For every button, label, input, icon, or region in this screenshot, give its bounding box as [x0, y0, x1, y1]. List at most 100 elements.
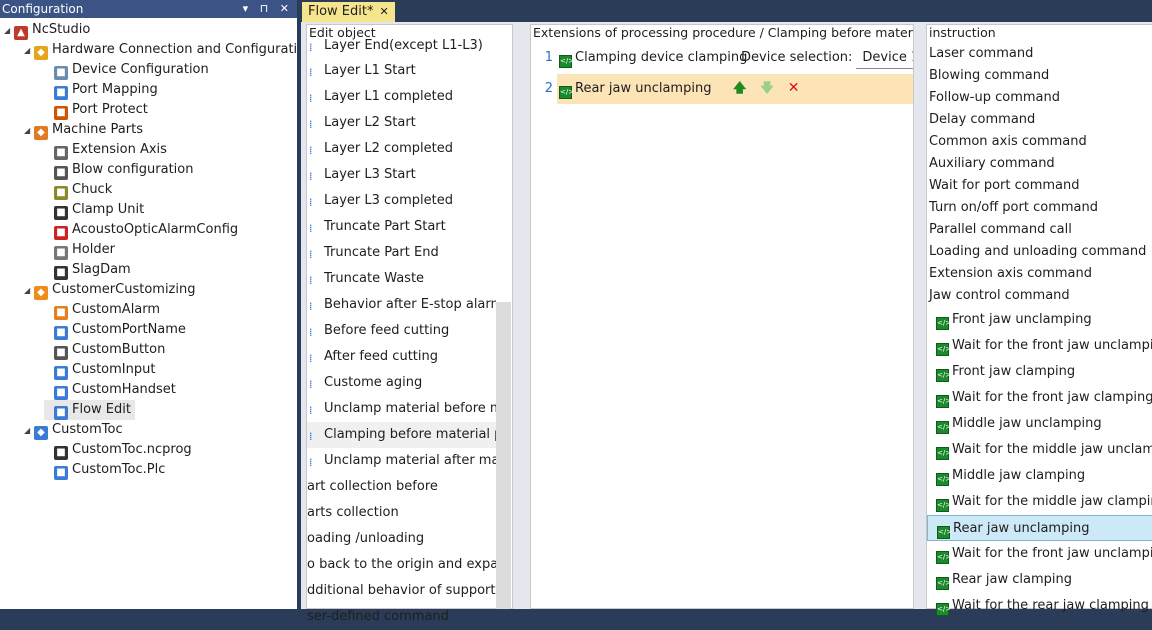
- instruction-item[interactable]: Auxiliary command: [927, 153, 1152, 175]
- hardware-icon: ◆: [34, 46, 48, 60]
- instruction-item[interactable]: </>Wait for the front jaw unclamping: [927, 541, 1152, 567]
- tree-item[interactable]: ◢ ▲ NcStudio: [4, 20, 90, 40]
- tree-item[interactable]: ■ SlagDam: [44, 260, 131, 280]
- tree-item[interactable]: ■ Port Mapping: [44, 80, 158, 100]
- edit-object-label: Layer L1 Start: [324, 63, 416, 78]
- procedure-header: Extensions of processing procedure / Cla…: [531, 25, 913, 41]
- customizing-icon: ◆: [34, 286, 48, 300]
- instruction-item[interactable]: Blowing command: [927, 65, 1152, 87]
- instruction-item[interactable]: Common axis command: [927, 131, 1152, 153]
- edit-object-item[interactable]: ⁞ Clamping before material pulling: [307, 422, 496, 448]
- edit-object-item[interactable]: ⁞ Layer L1 completed: [307, 84, 496, 110]
- edit-object-label: Layer L2 completed: [324, 141, 453, 156]
- expand-arrow-icon[interactable]: ◢: [24, 41, 34, 61]
- tree-item[interactable]: ■ CustomToc.ncprog: [44, 440, 192, 460]
- edit-object-item[interactable]: ⁞ Layer L1 Start: [307, 58, 496, 84]
- move-up-icon[interactable]: 🡅: [733, 81, 746, 96]
- tree-item[interactable]: ■ AcoustoOpticAlarmConfig: [44, 220, 238, 240]
- close-icon[interactable]: ✕: [379, 5, 388, 18]
- edit-object-item[interactable]: ⁞ Truncate Part Start: [307, 214, 496, 240]
- edit-object-item[interactable]: arts collection: [307, 500, 496, 526]
- edit-object-item[interactable]: ser-defined command: [307, 604, 496, 630]
- delete-icon[interactable]: ✕: [788, 80, 800, 96]
- panel-controls[interactable]: ▾ ⊓ ✕: [243, 0, 293, 18]
- instruction-item[interactable]: Laser command: [927, 43, 1152, 65]
- instruction-item[interactable]: Turn on/off port command: [927, 197, 1152, 219]
- instruction-item[interactable]: </>Wait for the front jaw clamping: [927, 385, 1152, 411]
- edit-object-item[interactable]: art collection before: [307, 474, 496, 500]
- instruction-item[interactable]: Extension axis command: [927, 263, 1152, 285]
- expand-arrow-icon[interactable]: ◢: [24, 421, 34, 441]
- instruction-item[interactable]: </>Front jaw clamping: [927, 359, 1152, 385]
- instruction-item[interactable]: Loading and unloading command: [927, 241, 1152, 263]
- edit-object-item[interactable]: ⁞ Layer L3 Start: [307, 162, 496, 188]
- tree-item[interactable]: ◢ ◆ Hardware Connection and Configuration: [24, 40, 313, 60]
- tree-item[interactable]: ■ Blow configuration: [44, 160, 193, 180]
- tree-item-label: Chuck: [72, 182, 113, 197]
- instruction-item[interactable]: </>Wait for the front jaw unclamping: [927, 333, 1152, 359]
- edit-object-item[interactable]: o back to the origin and expand: [307, 552, 496, 578]
- tree-item[interactable]: ■ CustomButton: [44, 340, 165, 360]
- edit-object-item[interactable]: ⁞ After feed cutting: [307, 344, 496, 370]
- edit-object-item[interactable]: ⁞ Unclamp material after material pulling: [307, 448, 496, 474]
- edit-object-item[interactable]: ⁞ Layer L3 completed: [307, 188, 496, 214]
- procedure-row-label: Rear jaw unclamping: [575, 81, 712, 96]
- instruction-label: Wait for the front jaw clamping: [952, 390, 1152, 405]
- tree-item[interactable]: ■ Port Protect: [44, 100, 148, 120]
- edit-object-item[interactable]: ⁞ Behavior after E-stop alarm: [307, 292, 496, 318]
- tree-item[interactable]: ■ Chuck: [44, 180, 112, 200]
- move-down-icon[interactable]: 🡇: [760, 81, 773, 96]
- device-select[interactable]: Device 1: [856, 48, 913, 69]
- tree-item[interactable]: ■ Clamp Unit: [44, 200, 144, 220]
- expand-arrow-icon[interactable]: ◢: [24, 121, 34, 141]
- tree-item[interactable]: ■ CustomPortName: [44, 320, 186, 340]
- edit-object-item[interactable]: oading /unloading: [307, 526, 496, 552]
- instruction-item[interactable]: </>Wait for the middle jaw unclamping: [927, 437, 1152, 463]
- instruction-item[interactable]: Jaw control command: [927, 285, 1152, 307]
- tree-item[interactable]: ■ CustomInput: [44, 360, 155, 380]
- tree-item[interactable]: ■ Holder: [44, 240, 115, 260]
- edit-object-item[interactable]: ⁞ Before feed cutting: [307, 318, 496, 344]
- instruction-item[interactable]: </>Wait for the rear jaw clamping: [927, 593, 1152, 619]
- instruction-item[interactable]: Follow-up command: [927, 87, 1152, 109]
- edit-object-item[interactable]: dditional behavior of support (th: [307, 578, 496, 604]
- tree-item[interactable]: ◢ ◆ Machine Parts: [24, 120, 143, 140]
- instruction-item[interactable]: </>Rear jaw clamping: [927, 567, 1152, 593]
- tree-item[interactable]: ◢ ◆ CustomToc: [24, 420, 123, 440]
- expand-arrow-icon[interactable]: ◢: [24, 281, 34, 301]
- edit-object-item[interactable]: ⁞ Truncate Waste: [307, 266, 496, 292]
- tree-item[interactable]: ■ CustomHandset: [44, 380, 176, 400]
- instruction-item[interactable]: Wait for port command: [927, 175, 1152, 197]
- tree-item-label: CustomAlarm: [72, 302, 161, 317]
- tree-item[interactable]: ■ Device Configuration: [44, 60, 209, 80]
- instruction-item[interactable]: Parallel command call: [927, 219, 1152, 241]
- procedure-row[interactable]: 2 </>Rear jaw unclamping 🡅 🡇 ✕: [531, 74, 913, 104]
- edit-object-item[interactable]: ⁞ Unclamp material before material pullin…: [307, 396, 496, 422]
- tree-item-label: Machine Parts: [52, 122, 143, 137]
- instruction-item[interactable]: </>Rear jaw unclamping: [927, 515, 1152, 541]
- edit-object-item[interactable]: ⁞ Layer L2 Start: [307, 110, 496, 136]
- procedure-row[interactable]: 1 </>Clamping device clampingDevice selec…: [531, 44, 913, 74]
- tab-flow-edit[interactable]: Flow Edit* ✕: [302, 2, 395, 22]
- code-command-icon: </>: [936, 447, 951, 460]
- instruction-item[interactable]: Delay command: [927, 109, 1152, 131]
- tree-item[interactable]: ◢ ◆ CustomerCustomizing: [24, 280, 196, 300]
- holder-icon: ■: [54, 246, 68, 260]
- instruction-item[interactable]: </>Front jaw unclamping: [927, 307, 1152, 333]
- code-command-icon: </>: [936, 499, 951, 512]
- tree-item[interactable]: ■ CustomAlarm: [44, 300, 160, 320]
- edit-object-item[interactable]: ⁞ Truncate Part End: [307, 240, 496, 266]
- tree-item[interactable]: ■ Extension Axis: [44, 140, 167, 160]
- tree-item-label: CustomPortName: [72, 322, 186, 337]
- instruction-item[interactable]: </>Wait for the middle jaw clamping: [927, 489, 1152, 515]
- tree-item[interactable]: ■ Flow Edit: [44, 400, 135, 420]
- instruction-item[interactable]: </>Middle jaw unclamping: [927, 411, 1152, 437]
- edit-object-item[interactable]: ⁞ Custome aging: [307, 370, 496, 396]
- edit-object-item[interactable]: ⁞ Layer L2 completed: [307, 136, 496, 162]
- tree-item[interactable]: ■ CustomToc.Plc: [44, 460, 165, 480]
- edit-object-scrollbar[interactable]: [496, 302, 511, 609]
- handset-icon: ■: [54, 386, 68, 400]
- instruction-item[interactable]: </>Middle jaw clamping: [927, 463, 1152, 489]
- expand-arrow-icon[interactable]: ◢: [4, 21, 14, 41]
- edit-object-item[interactable]: ⁞ Layer End(except L1-L3): [307, 39, 496, 57]
